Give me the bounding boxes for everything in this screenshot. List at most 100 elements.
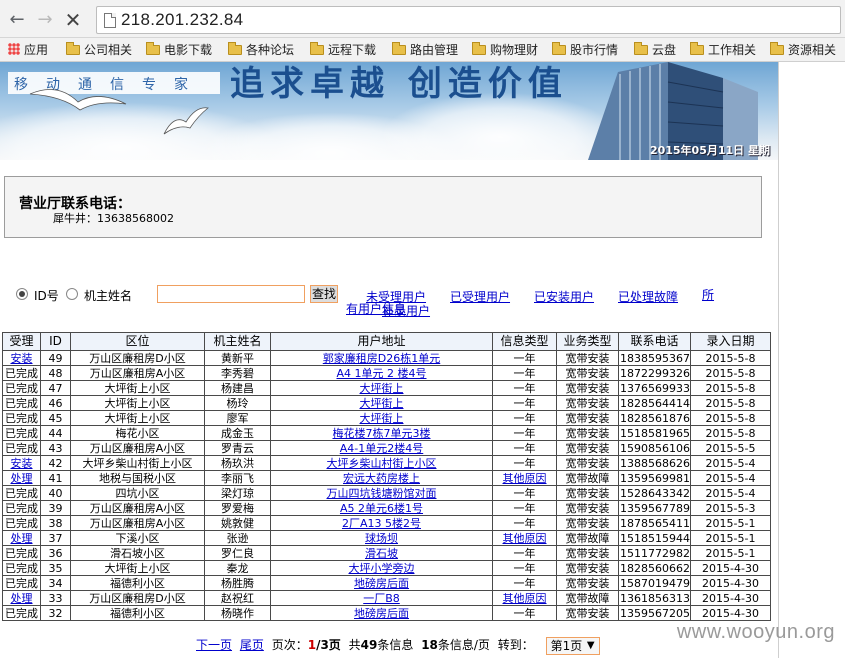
- table-row: 已完成 38 万山区廉租房A小区 姚敦健 2厂A13 5楼2号 一年 宽带安装 1878565…: [2, 515, 771, 531]
- service-type-cell: 宽带安装: [556, 605, 619, 621]
- id-cell: 44: [40, 425, 71, 441]
- service-type-cell: 宽带安装: [556, 410, 619, 426]
- address-cell[interactable]: 地磅房后面: [270, 575, 493, 591]
- bookmark-folder[interactable]: 远程下载: [310, 41, 376, 59]
- bookmark-folder[interactable]: 路由管理: [392, 41, 458, 59]
- status-cell: 已完成: [2, 410, 41, 426]
- status-cell[interactable]: 安装: [2, 350, 41, 366]
- url-text[interactable]: 218.201.232.84: [121, 10, 243, 30]
- owner-name-cell: 杨建昌: [204, 380, 271, 396]
- owner-name-cell: 李秀碧: [204, 365, 271, 381]
- address-cell[interactable]: 大坪街上: [270, 395, 493, 411]
- info-type-cell[interactable]: 其他原因: [492, 530, 557, 546]
- bookmark-folder[interactable]: 资源相关: [770, 41, 836, 59]
- bookmark-label: 电影下载: [164, 43, 213, 57]
- address-cell[interactable]: 万山四坑钱塘粉馆对面: [270, 485, 493, 501]
- back-arrow-icon[interactable]: ←: [6, 9, 28, 31]
- filter-supplemental-users[interactable]: 补录用户: [382, 302, 430, 319]
- folder-icon: [66, 42, 80, 55]
- next-page-link[interactable]: 下一页: [196, 638, 232, 652]
- bookmark-folder[interactable]: 工作相关: [690, 41, 756, 59]
- table-row: 处理 41 地税与国税小区 李丽飞 宏远大药房楼上 其他原因 宽带故障 13595699818…: [2, 470, 771, 486]
- status-cell[interactable]: 处理: [2, 470, 41, 486]
- filter-all-users[interactable]: 所有用户信息: [346, 288, 764, 316]
- id-cell: 33: [40, 590, 71, 606]
- phone-cell: 18285644149: [618, 395, 691, 411]
- address-bar[interactable]: 218.201.232.84: [96, 6, 841, 34]
- address-cell[interactable]: 球场坝: [270, 530, 493, 546]
- table-row: 已完成 32 福德利小区 杨晓作 地磅房后面 一年 宽带安装 13595672059 2015-…: [2, 605, 771, 621]
- owner-name-cell: 杨玖洪: [204, 455, 271, 471]
- banner: 移动通信专家 追求卓越 创造价值 2015年05月11日 星期: [0, 62, 778, 160]
- bookmark-folder[interactable]: 云盘: [634, 41, 676, 59]
- address-cell[interactable]: 滑石坡: [270, 545, 493, 561]
- status-cell: 已完成: [2, 380, 41, 396]
- info-type-cell: 一年: [492, 380, 557, 396]
- per-page-suffix: 条信息/页: [437, 638, 490, 652]
- radio-id[interactable]: [16, 288, 28, 300]
- info-type-cell: 一年: [492, 545, 557, 561]
- address-cell[interactable]: 梅花楼7栋7单元3楼: [270, 425, 493, 441]
- radio-owner-name[interactable]: [66, 288, 78, 300]
- address-cell[interactable]: 宏远大药房楼上: [270, 470, 493, 486]
- address-cell[interactable]: A4 1单元 2 楼4号: [270, 365, 493, 381]
- bookmark-folder[interactable]: 电影下载: [146, 41, 212, 59]
- status-cell[interactable]: 处理: [2, 530, 41, 546]
- bookmark-folder[interactable]: 公司相关: [66, 41, 132, 59]
- date-cell: 2015-5-8: [690, 365, 771, 381]
- address-cell[interactable]: A5 2单元6楼1号: [270, 500, 493, 516]
- address-cell[interactable]: 大坪街上: [270, 410, 493, 426]
- address-cell[interactable]: 一厂B8: [270, 590, 493, 606]
- bookmark-folder[interactable]: 股市行情: [552, 41, 618, 59]
- bookmark-folder[interactable]: 购物理财: [472, 41, 538, 59]
- address-cell[interactable]: 大坪乡柴山村街上小区: [270, 455, 493, 471]
- address-cell[interactable]: 地磅房后面: [270, 605, 493, 621]
- per-page-count: 18: [421, 638, 438, 652]
- search-input[interactable]: [157, 285, 305, 303]
- info-type-cell: 一年: [492, 500, 557, 516]
- address-cell[interactable]: 大坪街上: [270, 380, 493, 396]
- info-type-cell[interactable]: 其他原因: [492, 470, 557, 486]
- bookmark-label: 远程下载: [328, 43, 377, 57]
- banner-headline: 追求卓越 创造价值: [230, 64, 568, 104]
- status-cell[interactable]: 处理: [2, 590, 41, 606]
- id-cell: 43: [40, 440, 71, 456]
- info-type-cell: 一年: [492, 605, 557, 621]
- stop-loading-icon[interactable]: ✕: [62, 9, 84, 31]
- bookmark-apps[interactable]: 应用: [8, 41, 48, 59]
- phone-cell: 18285618767: [618, 410, 691, 426]
- folder-icon: [690, 42, 704, 55]
- address-cell[interactable]: 郭家廉租房D26栋1单元: [270, 350, 493, 366]
- bookmark-label: 各种论坛: [246, 43, 295, 57]
- date-cell: 2015-5-5: [690, 440, 771, 456]
- bookmarks-bar: 应用 公司相关 电影下载 各种论坛 远程下载 路由管理 购物理财 股市行情 云盘…: [0, 38, 845, 62]
- owner-name-cell: 杨玲: [204, 395, 271, 411]
- address-cell[interactable]: 大坪小学旁边: [270, 560, 493, 576]
- info-type-cell: 一年: [492, 395, 557, 411]
- last-page-link[interactable]: 尾页: [240, 638, 264, 652]
- column-header: 联系电话: [618, 332, 691, 351]
- address-cell[interactable]: 2厂A13 5楼2号: [270, 515, 493, 531]
- table-row: 已完成 34 福德利小区 杨胜腾 地磅房后面 一年 宽带安装 15870194793 2015-…: [2, 575, 771, 591]
- service-type-cell: 宽带故障: [556, 590, 619, 606]
- page-select[interactable]: 第1页 ▼: [545, 636, 600, 655]
- status-cell[interactable]: 安装: [2, 455, 41, 471]
- table-row: 已完成 48 万山区廉租房A小区 李秀碧 A4 1单元 2 楼4号 一年 宽带安装 18722…: [2, 365, 771, 381]
- watermark: www.wooyun.org: [676, 621, 835, 643]
- id-cell: 48: [40, 365, 71, 381]
- forward-arrow-icon[interactable]: →: [34, 9, 56, 31]
- record-count: 49: [360, 638, 378, 652]
- table-row: 安装 49 万山区廉租房D小区 黄新平 郭家廉租房D26栋1单元 一年 宽带安装 183859…: [2, 350, 771, 366]
- table-row: 已完成 46 大坪街上小区 杨玲 大坪街上 一年 宽带安装 18285644149 2015-5…: [2, 395, 771, 411]
- area-cell: 万山区廉租房A小区: [70, 440, 205, 456]
- owner-name-cell: 李丽飞: [204, 470, 271, 486]
- id-cell: 38: [40, 515, 71, 531]
- info-type-cell: 一年: [492, 410, 557, 426]
- status-cell: 已完成: [2, 365, 41, 381]
- search-button[interactable]: 查找: [310, 285, 338, 303]
- address-cell[interactable]: A4-1单元2楼4号: [270, 440, 493, 456]
- bookmark-folder[interactable]: 各种论坛: [228, 41, 294, 59]
- status-cell: 已完成: [2, 560, 41, 576]
- date-cell: 2015-5-1: [690, 515, 771, 531]
- info-type-cell[interactable]: 其他原因: [492, 590, 557, 606]
